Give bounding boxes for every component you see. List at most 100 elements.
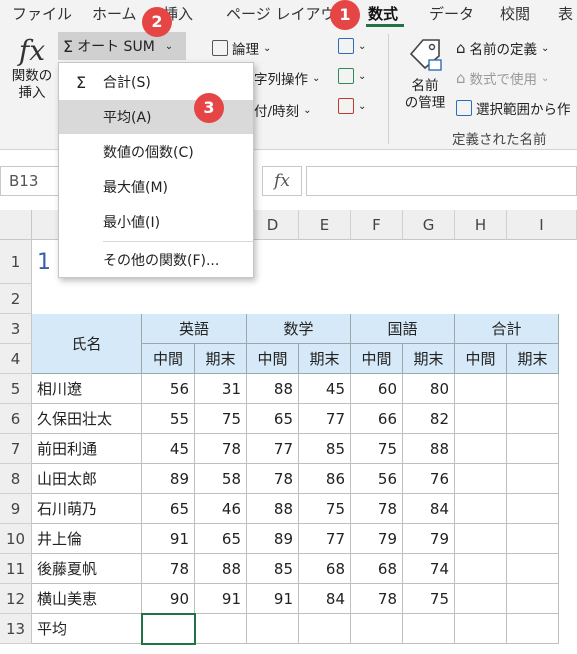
tab-file[interactable]: ファイル (12, 3, 72, 24)
table-cell[interactable]: 75 (351, 434, 403, 464)
row-header[interactable]: 3 (0, 314, 32, 344)
table-cell[interactable]: 89 (142, 464, 195, 494)
table-cell[interactable]: 58 (195, 464, 247, 494)
table-cell[interactable] (455, 614, 507, 644)
table-cell[interactable] (455, 464, 507, 494)
table-cell[interactable] (507, 584, 559, 614)
table-cell[interactable]: 84 (403, 494, 455, 524)
row-header[interactable]: 4 (0, 344, 32, 374)
table-cell[interactable]: 46 (195, 494, 247, 524)
selected-cell-b13[interactable] (141, 613, 196, 645)
table-cell[interactable] (455, 374, 507, 404)
table-cell[interactable]: 68 (351, 554, 403, 584)
table-cell[interactable]: 77 (247, 434, 299, 464)
header-subcolumn[interactable]: 中間 (142, 344, 195, 374)
table-cell[interactable] (299, 614, 351, 644)
tab-data[interactable]: データ (429, 3, 474, 24)
table-cell[interactable]: 79 (403, 524, 455, 554)
table-cell[interactable]: 66 (351, 404, 403, 434)
header-subcolumn[interactable]: 期末 (195, 344, 247, 374)
table-row-name[interactable]: 横山美恵 (32, 584, 142, 614)
menu-item-count[interactable]: 数値の個数(C) (59, 135, 253, 169)
datetime-button[interactable]: 付/時刻 ⌄ (254, 100, 311, 120)
select-all-corner[interactable] (0, 210, 32, 240)
header-subcolumn[interactable]: 中間 (351, 344, 403, 374)
table-cell[interactable]: 76 (403, 464, 455, 494)
table-cell[interactable]: 78 (351, 494, 403, 524)
table-cell[interactable]: 75 (195, 404, 247, 434)
tab-home[interactable]: ホーム (92, 3, 137, 24)
header-subject[interactable]: 英語 (142, 314, 247, 344)
row-header[interactable]: 13 (0, 614, 32, 644)
table-row-name[interactable]: 前田利通 (32, 434, 142, 464)
row-header[interactable]: 9 (0, 494, 32, 524)
row-header[interactable]: 6 (0, 404, 32, 434)
table-cell[interactable]: 78 (195, 434, 247, 464)
table-cell[interactable]: 88 (247, 494, 299, 524)
table-cell[interactable]: 78 (142, 554, 195, 584)
table-cell[interactable]: 68 (299, 554, 351, 584)
insert-function-button[interactable]: fx 関数の 挿入 (8, 34, 56, 118)
table-cell[interactable]: 60 (351, 374, 403, 404)
col-header-g[interactable]: G (403, 210, 455, 240)
table-cell[interactable]: 88 (403, 434, 455, 464)
table-cell[interactable]: 75 (299, 494, 351, 524)
table-cell[interactable]: 88 (195, 554, 247, 584)
table-cell[interactable] (507, 434, 559, 464)
create-from-selection-button[interactable]: 選択範囲から作 (456, 98, 571, 118)
table-row-name[interactable]: 井上倫 (32, 524, 142, 554)
table-row-name[interactable]: 山田太郎 (32, 464, 142, 494)
table-cell[interactable]: 89 (247, 524, 299, 554)
row-header[interactable]: 8 (0, 464, 32, 494)
menu-item-more-functions[interactable]: その他の関数(F)... (59, 243, 253, 277)
table-cell[interactable] (403, 614, 455, 644)
row-header[interactable]: 5 (0, 374, 32, 404)
table-cell[interactable]: 79 (351, 524, 403, 554)
lookup-button[interactable]: ⌄ (338, 38, 366, 54)
table-cell[interactable] (507, 494, 559, 524)
table-cell[interactable] (351, 614, 403, 644)
table-cell[interactable] (455, 554, 507, 584)
table-cell[interactable] (507, 374, 559, 404)
tab-review[interactable]: 校閲 (500, 3, 530, 24)
table-cell[interactable]: 77 (299, 524, 351, 554)
table-cell[interactable] (455, 524, 507, 554)
table-cell[interactable]: 84 (299, 584, 351, 614)
menu-item-average[interactable]: 平均(A) (59, 100, 253, 134)
table-cell[interactable]: 85 (299, 434, 351, 464)
table-cell[interactable] (507, 404, 559, 434)
table-cell[interactable]: 86 (299, 464, 351, 494)
col-header-h[interactable]: H (455, 210, 507, 240)
table-cell[interactable]: 82 (403, 404, 455, 434)
table-cell[interactable]: 56 (142, 374, 195, 404)
row-header[interactable]: 10 (0, 524, 32, 554)
row-header[interactable]: 11 (0, 554, 32, 584)
table-cell[interactable]: 78 (247, 464, 299, 494)
table-cell[interactable]: 91 (142, 524, 195, 554)
table-cell[interactable] (455, 494, 507, 524)
col-header-e[interactable]: E (299, 210, 351, 240)
col-header-d[interactable]: D (247, 210, 299, 240)
table-row-name[interactable]: 石川萌乃 (32, 494, 142, 524)
table-cell[interactable]: 45 (142, 434, 195, 464)
row-header[interactable]: 1 (0, 240, 32, 284)
menu-item-sum[interactable]: Σ 合計(S) (59, 65, 253, 99)
table-cell[interactable]: 80 (403, 374, 455, 404)
table-cell[interactable]: 65 (195, 524, 247, 554)
name-manager-button[interactable]: 名前 の管理 (400, 34, 450, 112)
table-cell[interactable] (247, 614, 299, 644)
header-subcolumn[interactable]: 期末 (403, 344, 455, 374)
col-header-i[interactable]: I (507, 210, 577, 240)
table-cell[interactable]: 77 (299, 404, 351, 434)
table-row-name[interactable]: 相川遼 (32, 374, 142, 404)
average-label[interactable]: 平均 (32, 614, 142, 644)
header-name[interactable]: 氏名 (32, 314, 142, 374)
header-subject[interactable]: 国語 (351, 314, 455, 344)
table-cell[interactable] (455, 584, 507, 614)
table-row-name[interactable]: 久保田壮太 (32, 404, 142, 434)
table-cell[interactable]: 55 (142, 404, 195, 434)
table-cell[interactable]: 56 (351, 464, 403, 494)
table-cell[interactable] (455, 434, 507, 464)
menu-item-min[interactable]: 最小値(I) (59, 205, 253, 239)
formula-input[interactable] (306, 166, 577, 196)
